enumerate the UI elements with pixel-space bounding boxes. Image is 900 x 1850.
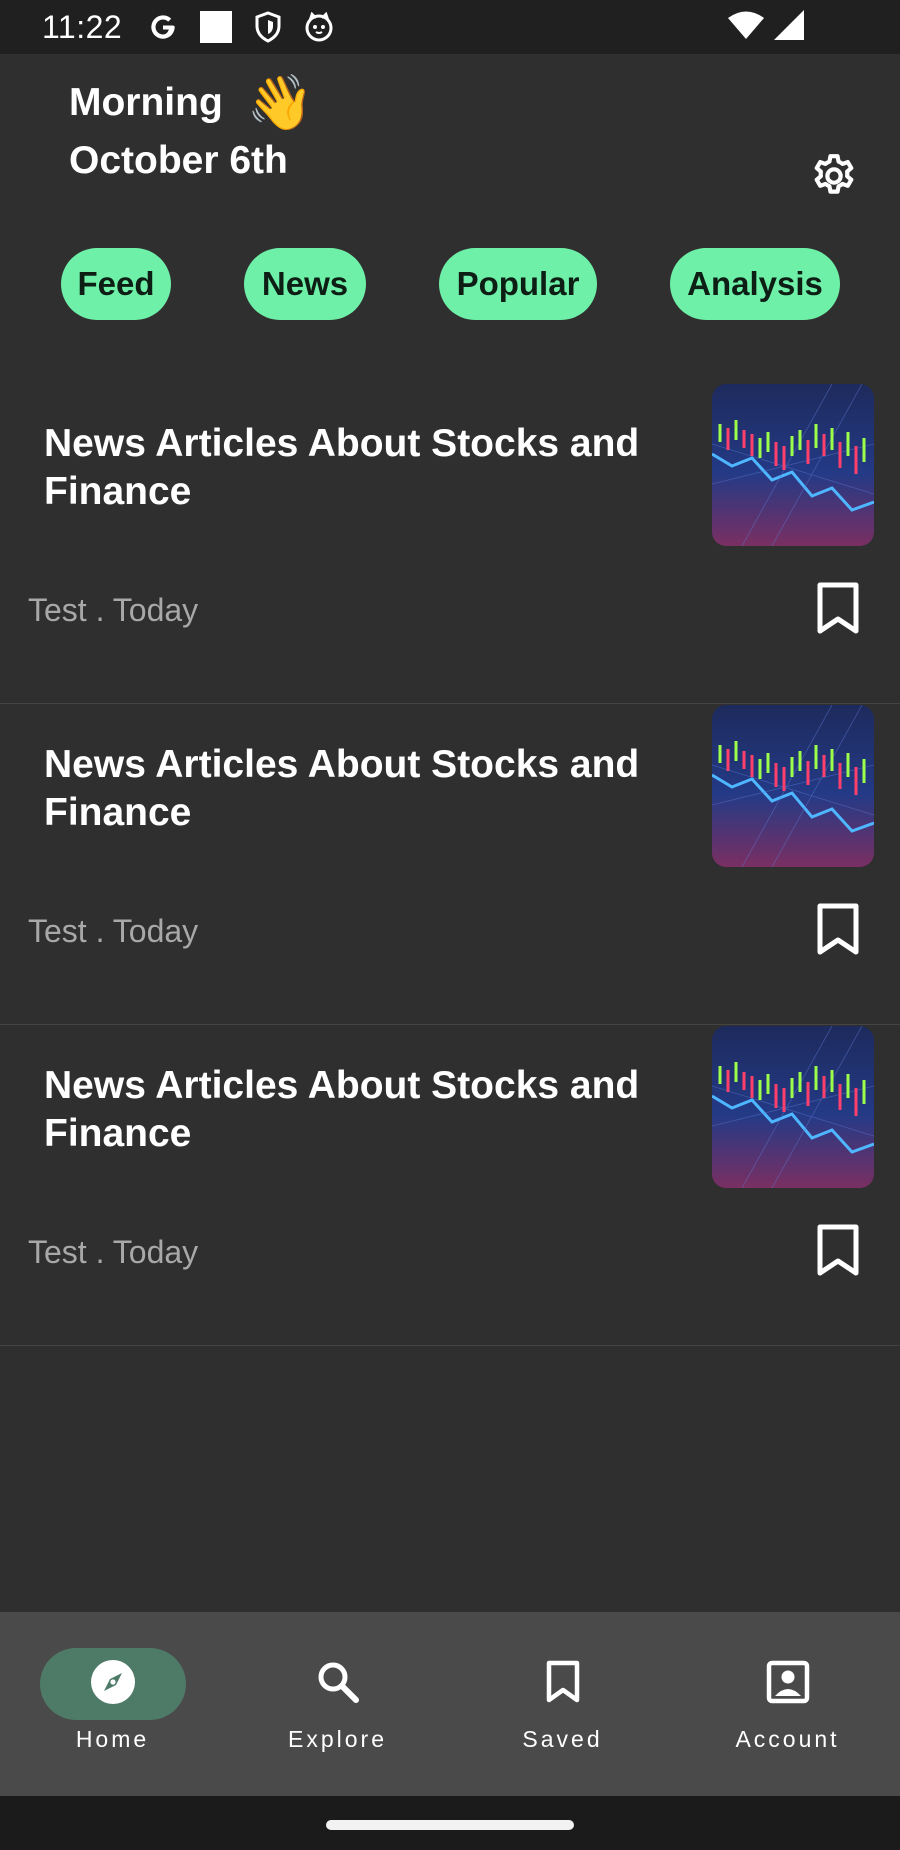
bookmark-icon [816,581,860,640]
wifi-icon [728,11,764,44]
nav-label-home: Home [75,1726,150,1752]
nav-item-account[interactable]: Account [675,1648,900,1768]
nav-label-saved: Saved [522,1726,603,1752]
greeting-text: Morning [69,81,223,124]
bookmark-button[interactable] [812,1222,864,1282]
bottom-navigation: Home Explore Saved Account [0,1612,900,1796]
article-title: News Articles About Stocks and Finance [44,743,640,834]
article-card[interactable]: News Articles About Stocks and Finance T… [0,705,900,1025]
article-title: News Articles About Stocks and Finance [44,1064,640,1155]
account-box-icon [766,1660,810,1709]
search-icon [316,1660,360,1709]
settings-button[interactable] [808,152,860,204]
nav-active-indicator [39,1648,186,1720]
article-card[interactable]: News Articles About Stocks and Finance T… [0,1026,900,1346]
stock-chart-image [712,384,874,546]
gesture-bar-area [0,1796,900,1850]
gear-icon [809,151,859,206]
google-icon [148,12,178,42]
current-date: October 6th [69,139,288,182]
square-notification-icon [200,11,233,43]
status-notification-icons [148,11,334,43]
category-chips: Feed News Popular Analysis [0,248,900,320]
chip-feed[interactable]: Feed [61,248,171,320]
nav-label-account: Account [735,1726,840,1752]
bookmark-icon [816,902,860,961]
waving-hand-icon: 👋 [246,73,315,133]
article-meta: Test . Today [28,913,199,949]
bookmark-button[interactable] [812,580,864,640]
nav-item-saved[interactable]: Saved [450,1648,675,1768]
stock-chart-image [712,705,874,867]
article-card[interactable]: News Articles About Stocks and Finance T… [0,384,900,704]
status-bar: 11:22 [0,0,900,54]
bookmark-icon [816,1223,860,1282]
bookmark-icon [545,1660,581,1709]
home-gesture-handle[interactable] [326,1820,574,1830]
nav-item-explore[interactable]: Explore [225,1648,450,1768]
nav-item-home[interactable]: Home [0,1648,225,1768]
stock-chart-image [712,1026,874,1188]
bookmark-button[interactable] [812,901,864,961]
article-meta: Test . Today [28,592,199,628]
cat-face-icon [304,12,334,42]
nav-label-explore: Explore [288,1726,387,1752]
shield-icon [254,11,282,43]
article-title: News Articles About Stocks and Finance [44,422,640,513]
chip-analysis[interactable]: Analysis [670,248,840,320]
signal-icon [774,9,804,45]
greeting-row: Morning 👋 [69,74,314,132]
status-time: 11:22 [42,8,123,45]
chip-popular[interactable]: Popular [439,248,597,320]
status-system-icons [728,9,804,45]
compass-icon [90,1659,136,1710]
article-meta: Test . Today [28,1234,199,1270]
chip-news[interactable]: News [244,248,366,320]
header: Morning 👋 October 6th [0,54,900,234]
